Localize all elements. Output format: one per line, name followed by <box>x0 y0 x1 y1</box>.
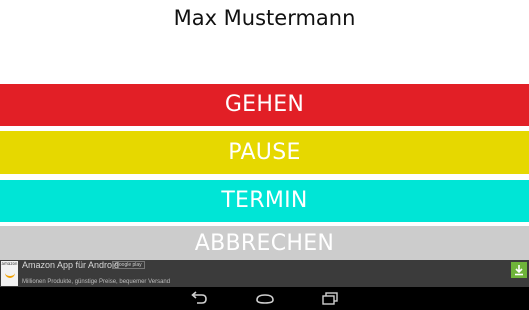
ad-title: Amazon App für Android <box>22 260 120 270</box>
ad-subtitle: Millionen Produkte, günstige Preise, beq… <box>22 279 171 285</box>
home-icon[interactable] <box>253 290 277 307</box>
ad-banner[interactable]: amazon Amazon App für Android Google pla… <box>0 260 529 287</box>
abbrechen-button[interactable]: ABBRECHEN <box>0 226 529 260</box>
termin-button[interactable]: TERMIN <box>0 180 529 222</box>
gehen-button[interactable]: GEHEN <box>0 84 529 126</box>
recent-apps-icon[interactable] <box>318 290 342 307</box>
abbrechen-button-label: ABBRECHEN <box>194 231 335 256</box>
amazon-logo: amazon <box>1 261 18 286</box>
amazon-logo-text: amazon <box>1 261 18 266</box>
download-icon[interactable] <box>511 262 527 278</box>
google-play-badge: Google play <box>112 261 145 269</box>
gehen-button-label: GEHEN <box>224 92 305 117</box>
back-icon[interactable] <box>187 290 211 307</box>
navigation-bar <box>0 287 529 310</box>
amazon-smile-icon <box>4 272 15 278</box>
app-screen: Max Mustermann GEHEN PAUSE TERMIN ABBREC… <box>0 0 529 310</box>
pause-button[interactable]: PAUSE <box>0 131 529 174</box>
user-name: Max Mustermann <box>173 6 356 30</box>
termin-button-label: TERMIN <box>221 188 308 213</box>
pause-button-label: PAUSE <box>228 140 301 165</box>
